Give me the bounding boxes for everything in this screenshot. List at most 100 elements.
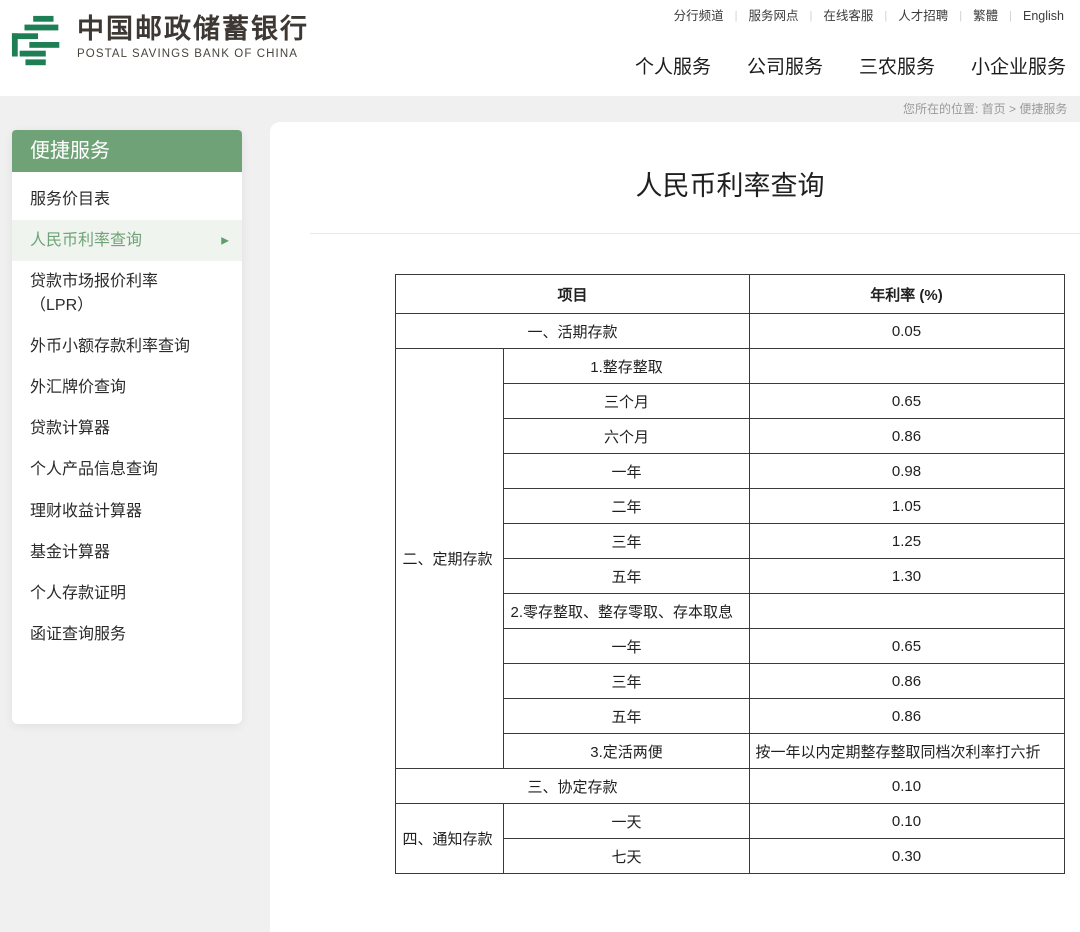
table-cell: 按一年以内定期整存整取同档次利率打六折 xyxy=(749,734,1064,769)
main-nav: 个人服务 公司服务 三农服务 小企业服务 xyxy=(635,52,1066,79)
table-cell: 二、定期存款 xyxy=(396,349,504,769)
separator: | xyxy=(884,7,887,25)
table-cell: 0.86 xyxy=(749,419,1064,454)
sidebar-item-label: 外币小额存款利率查询 xyxy=(30,335,216,358)
table-cell: 三年 xyxy=(504,664,749,699)
breadcrumb-separator: > xyxy=(1006,102,1020,116)
table-cell: 0.05 xyxy=(749,314,1064,349)
table-cell: 0.86 xyxy=(749,664,1064,699)
bank-logo-text: 中国邮政储蓄银行 POSTAL SAVINGS BANK OF CHINA xyxy=(77,14,309,60)
sidebar-item-label: 函证查询服务 xyxy=(30,623,216,646)
table-cell: 2.零存整取、整存零取、存本取息 xyxy=(504,594,749,629)
table-cell: 三、协定存款 xyxy=(396,769,749,804)
bank-name-en: POSTAL SAVINGS BANK OF CHINA xyxy=(77,48,309,60)
column-header-rate: 年利率 (%) xyxy=(749,275,1064,314)
table-row: 三、协定存款0.10 xyxy=(396,769,1064,804)
main-content: 人民币利率查询 项目 年利率 (%) 一、活期存款0.05二、定期存款1.整存整… xyxy=(270,122,1080,932)
page-title: 人民币利率查询 xyxy=(270,170,1080,203)
table-cell: 三年 xyxy=(504,524,749,559)
sidebar-menu: 服务价目表人民币利率查询 ▶ 贷款市场报价利率 （LPR） 外币小额存款利率查询外汇牌… xyxy=(12,172,242,655)
sidebar-item-label: 外汇牌价查询 xyxy=(30,376,216,399)
sidebar-item[interactable]: 基金计算器 xyxy=(12,532,242,573)
column-header-item: 项目 xyxy=(396,275,749,314)
breadcrumb-prefix: 您所在的位置: xyxy=(903,102,982,116)
top-link[interactable]: 服务网点 xyxy=(749,7,799,25)
table-cell: 一年 xyxy=(504,629,749,664)
table-cell: 五年 xyxy=(504,559,749,594)
table-row: 一、活期存款0.05 xyxy=(396,314,1064,349)
table-cell: 0.30 xyxy=(749,839,1064,874)
table-cell: 二年 xyxy=(504,489,749,524)
table-cell: 0.10 xyxy=(749,804,1064,839)
sidebar-item-label: 个人存款证明 xyxy=(30,582,216,605)
top-link[interactable]: 在线客服 xyxy=(823,7,873,25)
breadcrumb-current: 便捷服务 xyxy=(1019,102,1067,116)
separator: | xyxy=(735,7,738,25)
table-cell xyxy=(749,594,1064,629)
table-cell: 1.05 xyxy=(749,489,1064,524)
table-cell: 0.65 xyxy=(749,629,1064,664)
table-cell: 0.86 xyxy=(749,699,1064,734)
nav-item[interactable]: 三农服务 xyxy=(859,52,935,79)
table-row: 二、定期存款1.整存整取 xyxy=(396,349,1064,384)
sidebar-title: 便捷服务 xyxy=(12,130,242,172)
sidebar-item-label: 个人产品信息查询 xyxy=(30,458,216,481)
sidebar-item-label: 贷款市场报价利率 （LPR） xyxy=(30,270,216,316)
sidebar-item[interactable]: 贷款市场报价利率 （LPR） xyxy=(12,261,242,325)
sidebar-item-label: 人民币利率查询 xyxy=(30,229,216,252)
sidebar-item[interactable]: 服务价目表 xyxy=(12,179,242,220)
separator: | xyxy=(1009,7,1012,25)
table-cell: 0.98 xyxy=(749,454,1064,489)
table-cell: 一天 xyxy=(504,804,749,839)
breadcrumb: 您所在的位置: 首页 > 便捷服务 xyxy=(903,96,1067,122)
table-cell: 五年 xyxy=(504,699,749,734)
rates-table: 项目 年利率 (%) 一、活期存款0.05二、定期存款1.整存整取三个月0.65… xyxy=(395,274,1064,874)
table-cell: 1.30 xyxy=(749,559,1064,594)
sidebar-item[interactable]: 贷款计算器 xyxy=(12,408,242,449)
sidebar-item-label: 贷款计算器 xyxy=(30,417,216,440)
bank-logo: 中国邮政储蓄银行 POSTAL SAVINGS BANK OF CHINA xyxy=(10,14,309,70)
separator: | xyxy=(810,7,813,25)
rates-table-body: 一、活期存款0.05二、定期存款1.整存整取三个月0.65六个月0.86一年0.… xyxy=(396,314,1064,874)
table-cell: 四、通知存款 xyxy=(396,804,504,874)
sidebar-item[interactable]: 外汇牌价查询 xyxy=(12,367,242,408)
table-cell: 0.10 xyxy=(749,769,1064,804)
table-header-row: 项目 年利率 (%) xyxy=(396,275,1064,314)
table-row: 四、通知存款一天0.10 xyxy=(396,804,1064,839)
nav-item[interactable]: 小企业服务 xyxy=(971,52,1066,79)
bank-name-cn: 中国邮政储蓄银行 xyxy=(77,14,309,45)
sidebar-item[interactable]: 函证查询服务 xyxy=(12,614,242,655)
chevron-right-icon: ▶ xyxy=(221,235,229,246)
table-cell xyxy=(749,349,1064,384)
page-header: 中国邮政储蓄银行 POSTAL SAVINGS BANK OF CHINA 分行… xyxy=(0,0,1080,96)
top-link[interactable]: 分行频道 xyxy=(674,7,724,25)
nav-item[interactable]: 公司服务 xyxy=(747,52,823,79)
table-cell: 一、活期存款 xyxy=(396,314,749,349)
sidebar-item[interactable]: 理财收益计算器 xyxy=(12,491,242,532)
sidebar: 便捷服务 服务价目表人民币利率查询 ▶ 贷款市场报价利率 （LPR） 外币小额存款利率… xyxy=(12,130,242,724)
table-cell: 三个月 xyxy=(504,384,749,419)
sidebar-item[interactable]: 个人存款证明 xyxy=(12,573,242,614)
sidebar-item-label: 理财收益计算器 xyxy=(30,500,216,523)
psbc-logo-icon xyxy=(10,14,68,70)
breadcrumb-home-link[interactable]: 首页 xyxy=(982,102,1006,116)
top-links: 分行频道 | 服务网点 | 在线客服 | 人才招聘 | 繁體 | English xyxy=(674,7,1064,25)
sidebar-item-label: 基金计算器 xyxy=(30,541,216,564)
top-link[interactable]: 人才招聘 xyxy=(898,7,948,25)
table-cell: 1.整存整取 xyxy=(504,349,749,384)
sidebar-item[interactable]: 个人产品信息查询 xyxy=(12,449,242,490)
separator: | xyxy=(959,7,962,25)
sidebar-item[interactable]: 外币小额存款利率查询 xyxy=(12,326,242,367)
table-cell: 3.定活两便 xyxy=(504,734,749,769)
table-cell: 1.25 xyxy=(749,524,1064,559)
sidebar-item-label: 服务价目表 xyxy=(30,188,216,211)
nav-item[interactable]: 个人服务 xyxy=(635,52,711,79)
table-cell: 0.65 xyxy=(749,384,1064,419)
table-cell: 一年 xyxy=(504,454,749,489)
top-link[interactable]: English xyxy=(1023,7,1064,25)
sidebar-item-active[interactable]: 人民币利率查询 ▶ xyxy=(12,220,242,261)
table-cell: 六个月 xyxy=(504,419,749,454)
table-cell: 七天 xyxy=(504,839,749,874)
top-link[interactable]: 繁體 xyxy=(973,7,998,25)
title-divider xyxy=(310,233,1080,234)
